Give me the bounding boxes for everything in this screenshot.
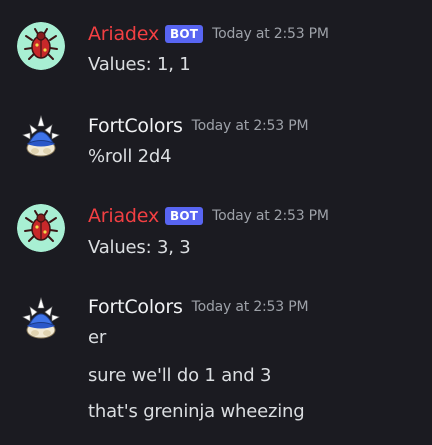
user-avatar[interactable] xyxy=(17,295,65,343)
message-content: %roll 2d4 xyxy=(88,146,172,167)
timestamp[interactable]: Today at 2:53 PM xyxy=(192,118,309,134)
message-content: Values: 1, 1 xyxy=(88,54,191,75)
beetle-avatar-icon xyxy=(17,204,65,252)
message-header: FortColors Today at 2:53 PM xyxy=(88,294,309,320)
username[interactable]: FortColors xyxy=(88,115,183,137)
message-content: sure we'll do 1 and 3 xyxy=(88,365,272,386)
bot-avatar[interactable] xyxy=(17,22,65,70)
message-header: Ariadex BOT Today at 2:53 PM xyxy=(88,203,329,229)
message-header: Ariadex BOT Today at 2:53 PM xyxy=(88,21,329,47)
message-header: FortColors Today at 2:53 PM xyxy=(88,113,309,139)
beetle-avatar-icon xyxy=(17,22,65,70)
username[interactable]: Ariadex xyxy=(88,205,159,227)
bot-tag-badge: BOT xyxy=(165,25,204,43)
timestamp[interactable]: Today at 2:53 PM xyxy=(212,26,329,42)
bot-tag-badge: BOT xyxy=(165,207,204,225)
timestamp[interactable]: Today at 2:53 PM xyxy=(192,299,309,315)
message-content: that's greninja wheezing xyxy=(88,401,305,422)
username[interactable]: Ariadex xyxy=(88,23,159,45)
username[interactable]: FortColors xyxy=(88,296,183,318)
message-content: er xyxy=(88,327,107,348)
bot-avatar[interactable] xyxy=(17,204,65,252)
user-avatar[interactable] xyxy=(17,113,65,161)
timestamp[interactable]: Today at 2:53 PM xyxy=(212,208,329,224)
blue-spiny-shell-avatar-icon xyxy=(22,114,60,157)
message-content: Values: 3, 3 xyxy=(88,237,191,258)
blue-spiny-shell-avatar-icon xyxy=(22,296,60,339)
